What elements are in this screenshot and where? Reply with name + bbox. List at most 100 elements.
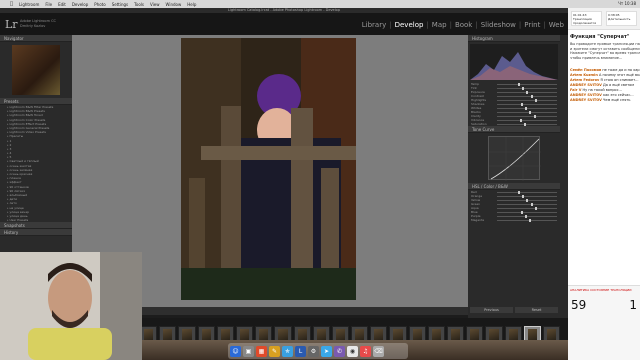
slider-knob[interactable] [533, 114, 536, 118]
launchpad-icon[interactable]: ▣ [243, 345, 254, 357]
presets-header[interactable]: Presets [0, 98, 72, 105]
chat-text: Да а ещё светом [603, 83, 634, 88]
menu-item[interactable]: File [45, 2, 52, 7]
module-map[interactable]: Map [432, 21, 447, 29]
chat-user[interactable]: Artem Kuzmin [570, 73, 598, 77]
right-panel: Histogram Temp Tint Exposure Contrast Highli… [468, 35, 560, 318]
slider-track[interactable] [497, 206, 557, 210]
tone-curve-graph[interactable] [488, 136, 541, 181]
slider-track[interactable] [497, 118, 557, 122]
notes-icon[interactable]: ✎ [269, 345, 280, 357]
apple-icon[interactable]:  [10, 1, 13, 7]
slider-knob[interactable] [525, 106, 528, 110]
slider-track[interactable] [497, 218, 557, 222]
slider-label: Magenta [471, 218, 485, 222]
analytics-tabs[interactable]: АНАЛИТИКА СОСТОЯНИЕ ТРАНСЛЯЦИИ [568, 286, 640, 294]
slider-knob[interactable] [521, 210, 523, 214]
lightroom-icon[interactable]: L [295, 345, 306, 357]
slider-track[interactable] [497, 86, 557, 90]
chat-user[interactable]: ANDREY SVITOV [570, 93, 602, 97]
reset-button[interactable]: Reset [515, 307, 558, 313]
slider-track[interactable] [497, 82, 557, 86]
system-preferences-icon[interactable]: ⚙ [308, 345, 319, 357]
module-slideshow[interactable]: Slideshow [481, 21, 516, 29]
slider-knob[interactable] [530, 202, 533, 206]
slider-track[interactable] [497, 122, 557, 126]
chat-user[interactable]: ANDREY SVITOV [570, 83, 602, 87]
slider-knob[interactable] [534, 206, 537, 210]
slider-knob[interactable] [529, 218, 532, 222]
music-icon[interactable]: ♫ [360, 345, 371, 357]
slider-knob[interactable] [522, 86, 525, 90]
tone-curve-header[interactable]: Tone Curve [468, 126, 560, 133]
menu-item[interactable]: Help [187, 2, 196, 7]
menu-item[interactable]: Edit [58, 2, 66, 7]
menu-item[interactable]: Photo [94, 2, 105, 7]
menu-item[interactable]: Tools [134, 2, 144, 7]
slider-knob[interactable] [529, 110, 532, 114]
slider-knob[interactable] [518, 82, 520, 86]
slider-knob[interactable] [519, 118, 522, 122]
history-header[interactable]: History [0, 229, 72, 237]
chat-user[interactable]: ANDREY SVITOV [570, 98, 602, 102]
slider-track[interactable] [497, 114, 557, 118]
slider-track[interactable] [497, 94, 557, 98]
menu-item[interactable]: Develop [72, 2, 88, 7]
identity-line: Dmitriy Kozlov [20, 23, 46, 28]
slider-knob[interactable] [522, 194, 525, 198]
menubar-clock[interactable]: Чт 10:38 [618, 1, 636, 6]
module-book[interactable]: Book [455, 21, 472, 29]
module-library[interactable]: Library [362, 21, 386, 29]
slider-knob[interactable] [525, 214, 528, 218]
chat-text: Я стою он снимает... [600, 78, 639, 83]
viber-icon[interactable]: ✆ [334, 345, 345, 357]
safari-icon[interactable]: ✯ [282, 345, 293, 357]
menu-item[interactable]: Window [165, 2, 181, 7]
dock-bar: ☺ ▣ ▦ ✎ ✯ L ⚙ ➤ ✆ ◉ ♫ ⌫ [228, 343, 408, 359]
preset-list: Lightroom B&W Filter PresetsLightroom B&… [0, 105, 72, 222]
histogram-header[interactable]: Histogram [468, 35, 560, 42]
chat-user[interactable]: Artem Fedorov [570, 78, 599, 82]
chrome-icon[interactable]: ◉ [347, 345, 358, 357]
lightroom-header: Lr Adobe Lightroom CC Dmitriy Kozlov Lib… [0, 13, 568, 35]
panel-scrollbar[interactable] [560, 35, 568, 318]
hsl-header[interactable]: HSL / Color / B&W [468, 183, 560, 190]
slider-knob[interactable] [530, 94, 533, 98]
slider-row[interactable]: Magenta [468, 218, 560, 222]
slider-track[interactable] [497, 210, 557, 214]
module-develop[interactable]: Develop [395, 21, 424, 29]
chat-user[interactable]: Семён Пахомов [570, 68, 601, 72]
slider-knob[interactable] [524, 122, 526, 126]
slider-track[interactable] [497, 90, 557, 94]
slider-track[interactable] [497, 202, 557, 206]
module-print[interactable]: Print [524, 21, 540, 29]
telegram-icon[interactable]: ➤ [321, 345, 332, 357]
slider-track[interactable] [497, 110, 557, 114]
slider-track[interactable] [497, 102, 557, 106]
slider-track[interactable] [497, 194, 557, 198]
menu-item[interactable]: Settings [112, 2, 128, 7]
trash-icon[interactable]: ⌫ [373, 345, 384, 357]
slider-knob[interactable] [534, 98, 537, 102]
slider-knob[interactable] [521, 102, 523, 106]
finder-icon[interactable]: ☺ [230, 345, 241, 357]
chat-user[interactable]: Fair V [570, 88, 581, 92]
slider-knob[interactable] [518, 190, 520, 194]
calendar-icon[interactable]: ▦ [256, 345, 267, 357]
slider-track[interactable] [497, 214, 557, 218]
histogram-graph [470, 52, 558, 80]
previous-button[interactable]: Previous [470, 307, 513, 313]
slider-knob[interactable] [526, 90, 529, 94]
slider-knob[interactable] [526, 198, 529, 202]
slider-track[interactable] [497, 106, 557, 110]
menu-item[interactable]: View [150, 2, 160, 7]
navigator-header[interactable]: Navigator [0, 35, 72, 42]
main-photo[interactable] [181, 38, 356, 300]
module-web[interactable]: Web [549, 21, 564, 29]
slider-track[interactable] [497, 190, 557, 194]
slider-track[interactable] [497, 198, 557, 202]
snapshots-header[interactable]: Snapshots [0, 222, 72, 230]
navigator-preview[interactable] [12, 45, 60, 95]
menu-item[interactable]: Lightroom [19, 2, 39, 7]
slider-track[interactable] [497, 98, 557, 102]
